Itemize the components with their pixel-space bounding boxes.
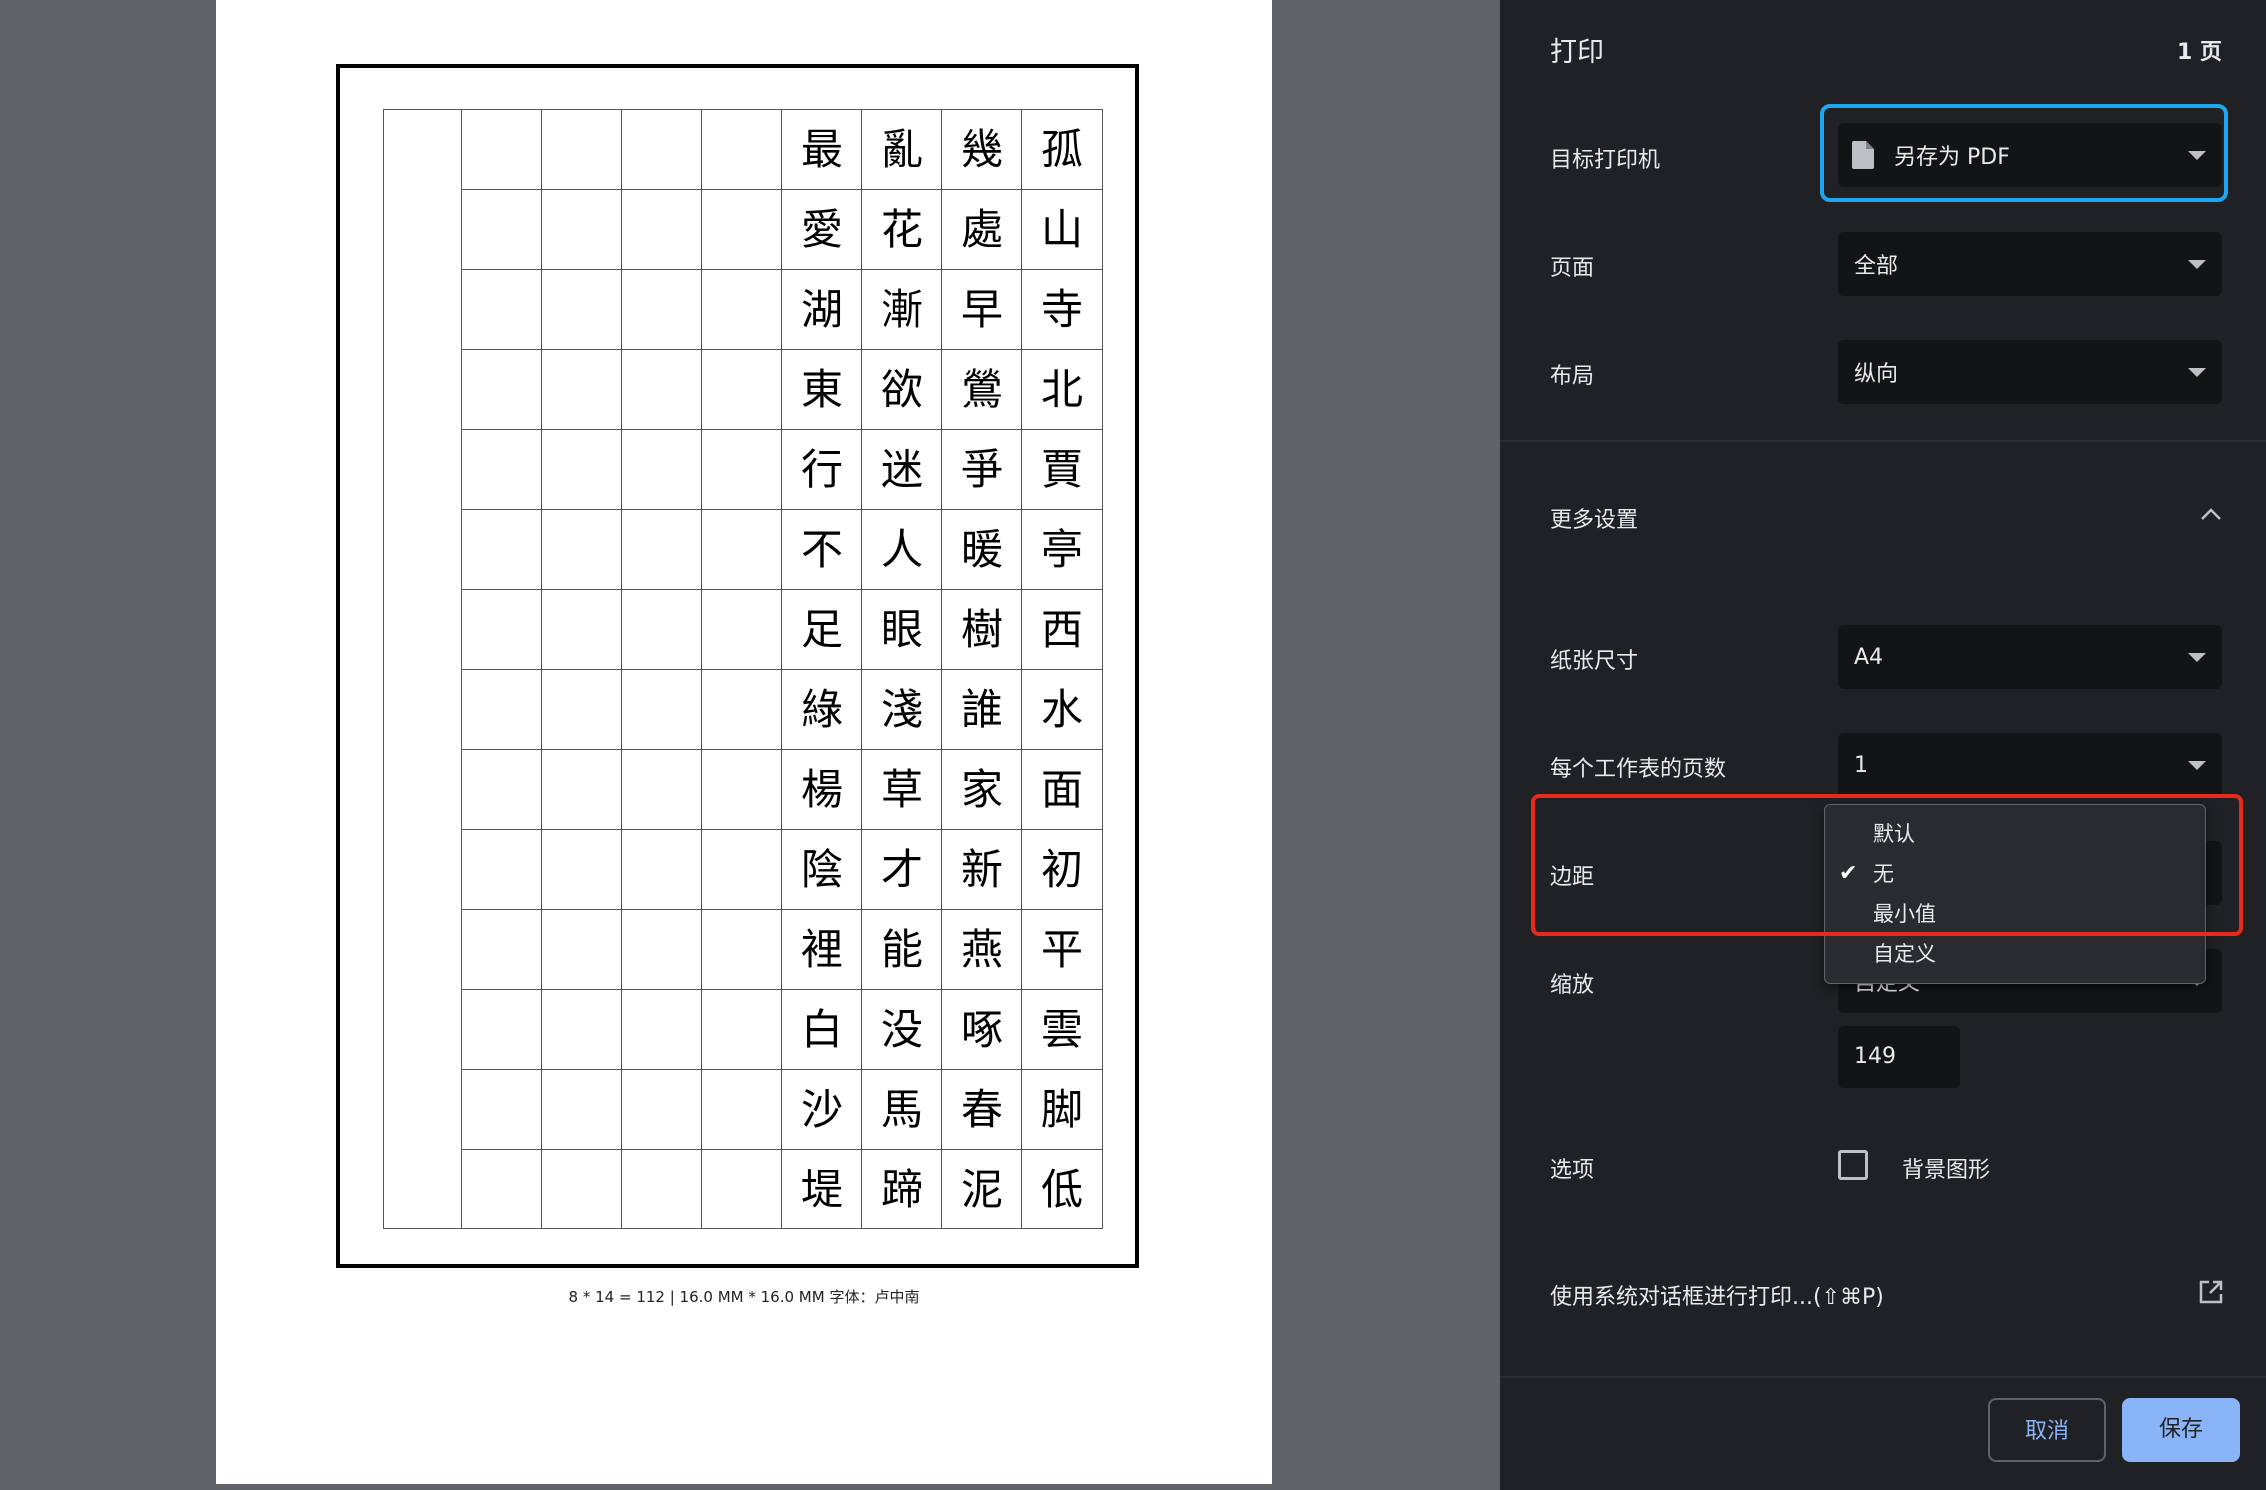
grid-character: 春 — [960, 1085, 1003, 1134]
destination-highlight — [1820, 104, 2228, 202]
system-dialog-link[interactable]: 使用系统对话框进行打印...(⇧⌘P) — [1550, 1279, 1884, 1311]
cancel-button[interactable]: 取消 — [1988, 1398, 2106, 1462]
grid-character: 低 — [1040, 1165, 1083, 1214]
grid-character: 雲 — [1040, 1005, 1083, 1054]
grid-character: 平 — [1040, 925, 1083, 974]
pages-per-sheet-select[interactable]: 1 — [1838, 733, 2222, 797]
print-preview: 孤山寺北賈亭西水面初平雲脚低 幾處早鶯爭暖樹誰家新燕啄春泥 亂花漸欲迷人眼淺草才能没… — [0, 0, 1500, 1490]
grid-character: 不 — [800, 525, 843, 574]
grid-character: 初 — [1040, 845, 1083, 894]
grid-character: 西 — [1040, 605, 1083, 654]
grid-character: 眼 — [880, 605, 923, 654]
grid-character: 草 — [880, 765, 923, 814]
chevron-down-icon — [2188, 653, 2206, 662]
chevron-down-icon — [2188, 761, 2206, 770]
pages-label: 页面 — [1550, 256, 1595, 281]
grid-character: 綠 — [800, 685, 843, 734]
grid-character: 楊 — [800, 765, 843, 814]
margins-option-custom[interactable]: 自定义 — [1825, 934, 2205, 974]
grid-character: 面 — [1040, 765, 1083, 814]
page-count: 1 页 — [2177, 40, 2222, 65]
grid-character: 亂 — [880, 125, 923, 174]
grid-character: 蹄 — [880, 1165, 923, 1214]
grid-character: 寺 — [1040, 285, 1083, 334]
chevron-down-icon — [2188, 260, 2206, 269]
grid-character: 爭 — [960, 445, 1003, 494]
more-settings-toggle[interactable]: 更多设置 — [1550, 502, 1638, 534]
grid-character: 誰 — [960, 685, 1003, 734]
grid-character: 樹 — [960, 605, 1003, 654]
grid-character: 迷 — [880, 445, 923, 494]
background-graphics-checkbox[interactable] — [1838, 1150, 1868, 1180]
grid-character: 足 — [800, 605, 843, 654]
grid-character: 愛 — [800, 205, 843, 254]
grid-character: 賈 — [1040, 445, 1083, 494]
grid-character: 湖 — [800, 285, 843, 334]
grid-character: 泥 — [960, 1165, 1003, 1214]
grid-character: 新 — [960, 845, 1003, 894]
grid-character: 北 — [1040, 365, 1083, 414]
paper-size-select[interactable]: A4 — [1838, 625, 2222, 689]
grid-character: 裡 — [800, 925, 843, 974]
grid-character: 能 — [880, 925, 923, 974]
grid-character: 沙 — [800, 1085, 843, 1134]
open-external-icon[interactable] — [2198, 1279, 2224, 1309]
grid-caption: 8 * 14 = 112 | 16.0 MM * 16.0 MM 字体：卢中南 — [568, 1288, 920, 1306]
character-grid: 孤山寺北賈亭西水面初平雲脚低 幾處早鶯爭暖樹誰家新燕啄春泥 亂花漸欲迷人眼淺草才能没… — [383, 109, 1103, 1229]
grid-character: 馬 — [880, 1085, 923, 1134]
grid-character: 暖 — [960, 525, 1003, 574]
panel-title: 打印 — [1550, 37, 1604, 68]
save-button[interactable]: 保存 — [2122, 1398, 2240, 1462]
divider — [1500, 440, 2266, 442]
grid-character: 燕 — [960, 925, 1003, 974]
grid-character: 東 — [800, 365, 843, 414]
grid-character: 脚 — [1040, 1085, 1083, 1134]
preview-page: 孤山寺北賈亭西水面初平雲脚低 幾處早鶯爭暖樹誰家新燕啄春泥 亂花漸欲迷人眼淺草才能没… — [216, 0, 1272, 1484]
print-settings-panel: 打印 1 页 目标打印机 另存为 PDF 页面 全部 布局 纵向 更多设置 纸张… — [1500, 0, 2266, 1490]
grid-character: 没 — [880, 1005, 923, 1054]
chevron-down-icon — [2188, 368, 2206, 377]
margins-option-label: 自定义 — [1873, 942, 1936, 966]
options-label: 选项 — [1550, 1158, 1595, 1183]
paper-size-label: 纸张尺寸 — [1550, 649, 1639, 674]
layout-label: 布局 — [1550, 364, 1595, 389]
destination-label: 目标打印机 — [1550, 148, 1661, 173]
grid-character: 漸 — [880, 285, 923, 334]
layout-value: 纵向 — [1854, 362, 1899, 387]
page-border: 孤山寺北賈亭西水面初平雲脚低 幾處早鶯爭暖樹誰家新燕啄春泥 亂花漸欲迷人眼淺草才能没… — [336, 64, 1139, 1268]
paper-size-value: A4 — [1854, 644, 1884, 670]
layout-select[interactable]: 纵向 — [1838, 340, 2222, 404]
grid-character: 早 — [960, 285, 1003, 334]
grid-character: 亭 — [1040, 525, 1083, 574]
scale-label: 缩放 — [1550, 973, 1595, 998]
grid-character: 家 — [960, 765, 1003, 814]
scale-input[interactable]: 149 — [1838, 1026, 1960, 1088]
grid-character: 啄 — [960, 1005, 1003, 1054]
grid-character: 花 — [880, 205, 923, 254]
grid-character: 欲 — [880, 365, 923, 414]
pages-value: 全部 — [1854, 254, 1899, 279]
grid-character: 水 — [1040, 685, 1083, 734]
grid-character: 最 — [800, 125, 843, 174]
background-graphics-label[interactable]: 背景图形 — [1902, 1152, 1990, 1184]
pages-per-sheet-value: 1 — [1854, 752, 1868, 778]
grid-character: 鶯 — [960, 365, 1003, 414]
chevron-up-icon[interactable] — [2200, 506, 2222, 525]
grid-character: 幾 — [960, 125, 1003, 174]
grid-character: 白 — [800, 1005, 843, 1054]
grid-character: 才 — [880, 845, 923, 894]
pages-select[interactable]: 全部 — [1838, 232, 2222, 296]
grid-character: 處 — [960, 205, 1003, 254]
divider — [1500, 1376, 2266, 1378]
grid-character: 山 — [1040, 205, 1083, 254]
grid-character: 行 — [800, 445, 843, 494]
grid-character: 淺 — [880, 685, 923, 734]
grid-character: 人 — [880, 525, 923, 574]
grid-character: 陰 — [800, 845, 843, 894]
pages-per-sheet-label: 每个工作表的页数 — [1550, 757, 1727, 782]
margins-highlight — [1531, 794, 2243, 936]
grid-character: 堤 — [800, 1165, 843, 1214]
grid-character: 孤 — [1040, 125, 1083, 174]
